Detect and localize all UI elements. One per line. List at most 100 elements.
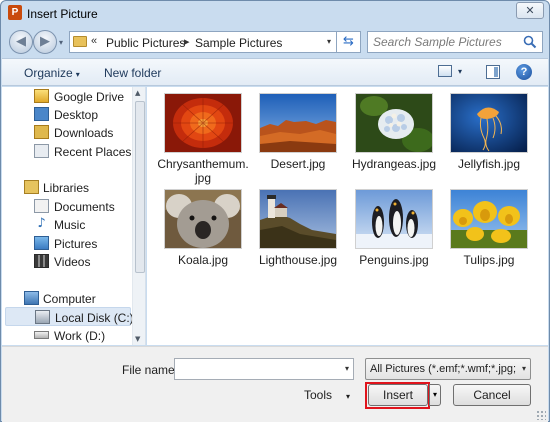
file-name: Lighthouse.jpg — [258, 253, 338, 267]
sidebar-item-work-drive[interactable]: Work (D:) — [2, 326, 132, 345]
file-type-filter[interactable]: All Pictures (*.emf;*.wmf;*.jpg;* ▾ — [365, 358, 531, 380]
view-options-dropdown[interactable]: ▾ — [458, 67, 462, 76]
file-name: Desert.jpg — [270, 157, 326, 171]
thumbnail-jellyfish — [450, 93, 528, 153]
sidebar-item-recent-places[interactable]: Recent Places — [2, 142, 132, 161]
libraries-icon — [24, 180, 39, 194]
file-item-jellyfish[interactable]: Jellyfish.jpg — [443, 93, 535, 189]
tools-label: Tools — [304, 388, 333, 402]
file-name: Chrysanthemum. jpg — [157, 157, 249, 185]
forward-button[interactable]: ▶ — [33, 30, 57, 54]
back-button[interactable]: ◀ — [9, 30, 33, 54]
insert-button[interactable]: Insert — [368, 384, 428, 406]
breadcrumb-public-pictures[interactable]: Public Pictures — [106, 36, 185, 50]
music-icon: ♪ — [37, 216, 46, 231]
navigation-scrollbar[interactable]: ▲ ▼ — [132, 87, 145, 345]
powerpoint-icon: P — [8, 5, 22, 20]
computer-icon — [24, 291, 39, 305]
sidebar-item-pictures[interactable]: Pictures — [2, 234, 132, 253]
file-name: Koala.jpg — [177, 253, 229, 267]
file-name-field[interactable] — [178, 361, 336, 377]
sidebar-item-label: Pictures — [54, 237, 98, 251]
breadcrumb-overflow[interactable]: « — [91, 35, 97, 47]
new-folder-button[interactable]: New folder — [104, 66, 161, 80]
local-disk-icon — [35, 310, 50, 324]
help-icon[interactable]: ? — [516, 64, 532, 80]
close-button[interactable]: ✕ — [516, 2, 544, 19]
google-drive-icon — [34, 89, 49, 103]
organize-label: Organize — [24, 66, 73, 80]
file-name: Tulips.jpg — [463, 253, 515, 267]
sidebar-item-label: Libraries — [43, 181, 90, 195]
sidebar-item-google-drive[interactable]: Google Drive — [2, 87, 132, 106]
sidebar-item-label: Downloads — [54, 126, 114, 140]
folder-icon — [73, 36, 87, 47]
sidebar-item-local-disk[interactable]: Local Disk (C:) — [5, 307, 134, 326]
sidebar-item-downloads[interactable]: Downloads — [2, 123, 132, 142]
search-box[interactable] — [367, 31, 543, 53]
thumbnail-penguins — [355, 189, 433, 249]
thumbnail-tulips — [450, 189, 528, 249]
file-list: Chrysanthemum. jpg Desert.jpg Hydrangeas… — [147, 87, 548, 345]
breadcrumb-sample-pictures[interactable]: Sample Pictures — [195, 36, 282, 50]
file-name: Penguins.jpg — [359, 253, 429, 267]
sidebar-item-music[interactable]: ♪ Music — [2, 215, 132, 234]
sidebar-item-documents[interactable]: Documents — [2, 197, 132, 216]
refresh-button[interactable]: ⇆ — [337, 31, 361, 53]
change-view-icon[interactable] — [438, 65, 452, 77]
search-input[interactable] — [373, 34, 523, 50]
file-item-desert[interactable]: Desert.jpg — [252, 93, 344, 189]
address-dropdown-icon[interactable]: ▾ — [327, 37, 331, 46]
window-title: Insert Picture — [27, 7, 98, 21]
file-name-line: Chrysanthemum. — [157, 157, 249, 171]
tools-menu[interactable]: Tools ▾ — [304, 388, 350, 402]
file-name: Jellyfish.jpg — [457, 157, 521, 171]
sidebar-item-label: Music — [54, 218, 86, 232]
file-item-penguins[interactable]: Penguins.jpg — [348, 189, 440, 285]
preview-pane-icon[interactable] — [486, 65, 500, 79]
organize-button[interactable]: Organize ▾ — [24, 66, 80, 80]
resize-grip[interactable] — [536, 410, 546, 420]
drive-icon — [34, 331, 49, 339]
scroll-up-icon[interactable]: ▲ — [135, 89, 140, 97]
chevron-down-icon[interactable]: ▾ — [345, 364, 349, 373]
chevron-down-icon: ▾ — [75, 70, 80, 79]
recent-places-icon — [34, 144, 49, 158]
sidebar-item-label: Computer — [43, 292, 96, 306]
file-name-label: File name: — [122, 363, 179, 377]
address-bar[interactable]: « Public Pictures ▸ Sample Pictures ▾ — [69, 31, 337, 53]
desktop-icon — [34, 107, 49, 121]
sidebar-item-label: Google Drive — [54, 90, 125, 104]
file-name-line: jpg — [194, 171, 211, 185]
file-item-koala[interactable]: Koala.jpg — [157, 189, 249, 285]
file-item-tulips[interactable]: Tulips.jpg — [443, 189, 535, 285]
downloads-icon — [34, 125, 49, 139]
sidebar-item-desktop[interactable]: Desktop — [2, 105, 132, 124]
sidebar-item-label: Videos — [54, 255, 91, 269]
thumbnail-lighthouse — [259, 189, 337, 249]
sidebar-item-computer[interactable]: Computer — [2, 289, 132, 308]
file-item-chrysanthemum[interactable]: Chrysanthemum. jpg — [157, 93, 249, 189]
address-row: ◀ ▶ ▾ « Public Pictures ▸ Sample Picture… — [1, 27, 549, 57]
search-icon[interactable] — [523, 35, 537, 49]
file-item-hydrangeas[interactable]: Hydrangeas.jpg — [348, 93, 440, 189]
recent-locations-dropdown[interactable]: ▾ — [59, 38, 63, 47]
pictures-icon — [34, 236, 49, 250]
videos-icon — [34, 254, 49, 268]
cancel-button[interactable]: Cancel — [453, 384, 531, 406]
scrollbar-thumb[interactable] — [135, 101, 145, 273]
dialog-footer: File name: ▾ All Pictures (*.emf;*.wmf;*… — [2, 346, 548, 422]
sidebar-item-videos[interactable]: Videos — [2, 252, 132, 271]
scroll-down-icon[interactable]: ▼ — [135, 335, 140, 343]
sidebar-item-label: Documents — [54, 200, 115, 214]
sidebar-item-label: Work (D:) — [54, 329, 106, 343]
thumbnail-chrysanthemum — [164, 93, 242, 153]
insert-options-dropdown[interactable]: ▾ — [429, 384, 441, 406]
breadcrumb-arrow[interactable]: ▸ — [184, 35, 190, 48]
file-item-lighthouse[interactable]: Lighthouse.jpg — [252, 189, 344, 285]
sidebar-item-label: Local Disk (C:) — [55, 311, 134, 325]
thumbnail-koala — [164, 189, 242, 249]
sidebar-item-libraries[interactable]: Libraries — [2, 178, 132, 197]
sidebar-item-label: Recent Places — [54, 145, 132, 159]
file-name-combobox[interactable]: ▾ — [174, 358, 354, 380]
